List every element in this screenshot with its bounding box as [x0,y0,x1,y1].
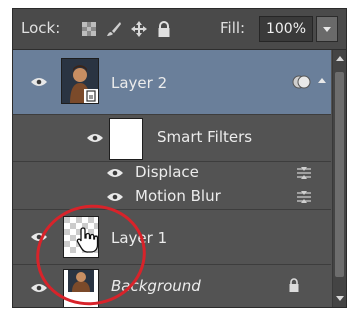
filter-row-motion-blur[interactable]: Motion Blur [13,185,331,210]
lock-transparent-pixels-icon[interactable] [81,21,97,37]
lock-all-icon[interactable] [156,21,172,37]
filter-name[interactable]: Displace [135,163,199,181]
eye-icon[interactable] [87,133,103,143]
eye-icon[interactable] [107,168,123,178]
collapse-effects-arrow-icon[interactable] [318,78,326,83]
eye-icon[interactable] [107,192,123,202]
lock-label: Lock: [21,19,61,37]
scroll-thumb[interactable] [335,72,344,277]
lock-image-pixels-icon[interactable] [106,21,122,37]
filter-row-displace[interactable]: Displace [13,162,331,184]
lock-position-icon[interactable] [131,21,147,37]
fill-input[interactable]: 100% [259,16,313,42]
layer-name[interactable]: Layer 2 [111,74,167,92]
smart-filters-row[interactable]: Smart Filters [13,115,331,162]
lock-fill-bar: Lock: Fill: 100% [13,9,346,50]
smart-filter-indicator-icon [292,75,311,89]
eye-icon[interactable] [31,77,47,87]
filter-blending-options-icon[interactable] [296,167,312,179]
layer-2-thumbnail [61,58,99,104]
lock-icon[interactable] [288,278,300,292]
scroll-down-arrow-icon[interactable] [336,296,344,301]
panel-scrollbar[interactable] [332,50,346,307]
filter-blending-options-icon[interactable] [296,191,312,203]
layers-panel: Lock: Fill: 100% Layer 2 Smart Filters D… [12,8,347,308]
smart-filter-mask-thumbnail [109,118,143,160]
filter-name[interactable]: Motion Blur [135,187,221,205]
layer-row-layer-2[interactable]: Layer 2 [13,50,331,115]
scroll-up-arrow-icon[interactable] [336,56,344,61]
fill-dropdown-button[interactable] [316,16,338,42]
smart-filters-label: Smart Filters [157,128,253,146]
fill-label: Fill: [220,19,246,37]
smart-object-badge-icon [84,89,98,103]
